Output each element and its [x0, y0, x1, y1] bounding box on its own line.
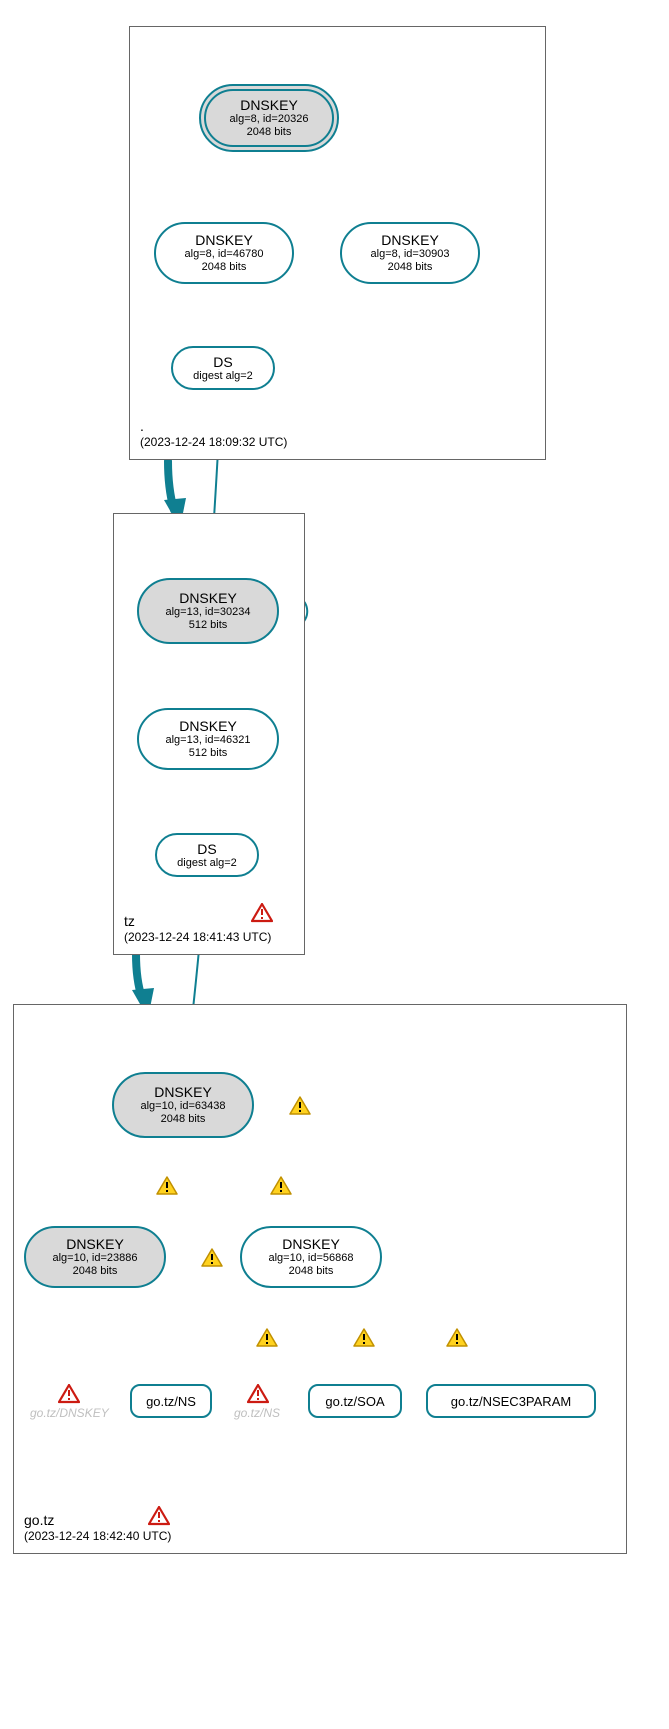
node-title: DNSKEY	[179, 590, 237, 606]
node-tz-zsk: DNSKEY alg=13, id=46321 512 bits	[137, 708, 279, 770]
node-root-ksk: DNSKEY alg=8, id=20326 2048 bits	[199, 84, 339, 152]
node-tz-ksk: DNSKEY alg=13, id=30234 512 bits	[137, 578, 279, 644]
node-sub: 2048 bits	[247, 126, 292, 139]
node-sub: 2048 bits	[161, 1113, 206, 1126]
error-icon	[148, 1506, 170, 1526]
rr-nsec3param: go.tz/NSEC3PARAM	[426, 1384, 596, 1418]
zone-tz-label: tz (2023-12-24 18:41:43 UTC)	[124, 912, 271, 946]
error-icon	[58, 1384, 80, 1404]
ghost-dnskey: go.tz/DNSKEY	[30, 1406, 109, 1420]
warning-icon	[270, 1176, 292, 1196]
node-title: DNSKEY	[66, 1236, 124, 1252]
rr-label: go.tz/NS	[146, 1394, 196, 1409]
node-gotz-k2: DNSKEY alg=10, id=23886 2048 bits	[24, 1226, 166, 1288]
node-gotz-zsk: DNSKEY alg=10, id=56868 2048 bits	[240, 1226, 382, 1288]
error-icon	[247, 1384, 269, 1404]
zone-tz-name: tz	[124, 912, 271, 930]
node-sub: 2048 bits	[202, 261, 247, 274]
rr-label: go.tz/NSEC3PARAM	[451, 1394, 571, 1409]
node-title: DS	[197, 841, 216, 857]
node-sub: digest alg=2	[193, 370, 253, 383]
node-root-zsk1: DNSKEY alg=8, id=46780 2048 bits	[154, 222, 294, 284]
rr-ns: go.tz/NS	[130, 1384, 212, 1418]
zone-root-name: .	[140, 417, 287, 435]
node-root-zsk2: DNSKEY alg=8, id=30903 2048 bits	[340, 222, 480, 284]
node-title: DNSKEY	[240, 97, 298, 113]
node-sub: alg=13, id=30234	[165, 606, 250, 619]
warning-icon	[201, 1248, 223, 1268]
node-sub: alg=8, id=20326	[230, 113, 309, 126]
warning-icon	[256, 1328, 278, 1348]
node-sub: alg=10, id=23886	[52, 1252, 137, 1265]
node-sub: alg=13, id=46321	[165, 734, 250, 747]
node-gotz-ksk: DNSKEY alg=10, id=63438 2048 bits	[112, 1072, 254, 1138]
node-sub: 2048 bits	[73, 1265, 118, 1278]
node-sub: alg=10, id=63438	[140, 1100, 225, 1113]
error-icon	[251, 903, 273, 923]
rr-soa: go.tz/SOA	[308, 1384, 402, 1418]
node-sub: 512 bits	[189, 747, 228, 760]
node-title: DNSKEY	[282, 1236, 340, 1252]
node-sub: 2048 bits	[388, 261, 433, 274]
node-title: DNSKEY	[179, 718, 237, 734]
warning-icon	[289, 1096, 311, 1116]
node-sub: 512 bits	[189, 619, 228, 632]
node-title: DNSKEY	[154, 1084, 212, 1100]
node-title: DNSKEY	[195, 232, 253, 248]
warning-icon	[353, 1328, 375, 1348]
warning-icon	[156, 1176, 178, 1196]
rr-label: go.tz/SOA	[325, 1394, 384, 1409]
ghost-ns: go.tz/NS	[234, 1406, 280, 1420]
zone-tz-timestamp: (2023-12-24 18:41:43 UTC)	[124, 930, 271, 946]
zone-root-label: . (2023-12-24 18:09:32 UTC)	[140, 417, 287, 451]
node-sub: alg=10, id=56868	[268, 1252, 353, 1265]
node-sub: alg=8, id=46780	[185, 248, 264, 261]
zone-gotz-timestamp: (2023-12-24 18:42:40 UTC)	[24, 1529, 171, 1545]
node-sub: digest alg=2	[177, 857, 237, 870]
node-title: DNSKEY	[381, 232, 439, 248]
node-title: DS	[213, 354, 232, 370]
node-sub: alg=8, id=30903	[371, 248, 450, 261]
node-tz-ds: DS digest alg=2	[155, 833, 259, 877]
node-root-ds: DS digest alg=2	[171, 346, 275, 390]
warning-icon	[446, 1328, 468, 1348]
zone-root-timestamp: (2023-12-24 18:09:32 UTC)	[140, 435, 287, 451]
node-sub: 2048 bits	[289, 1265, 334, 1278]
diagram-canvas: . (2023-12-24 18:09:32 UTC) DNSKEY alg=8…	[0, 0, 669, 1729]
